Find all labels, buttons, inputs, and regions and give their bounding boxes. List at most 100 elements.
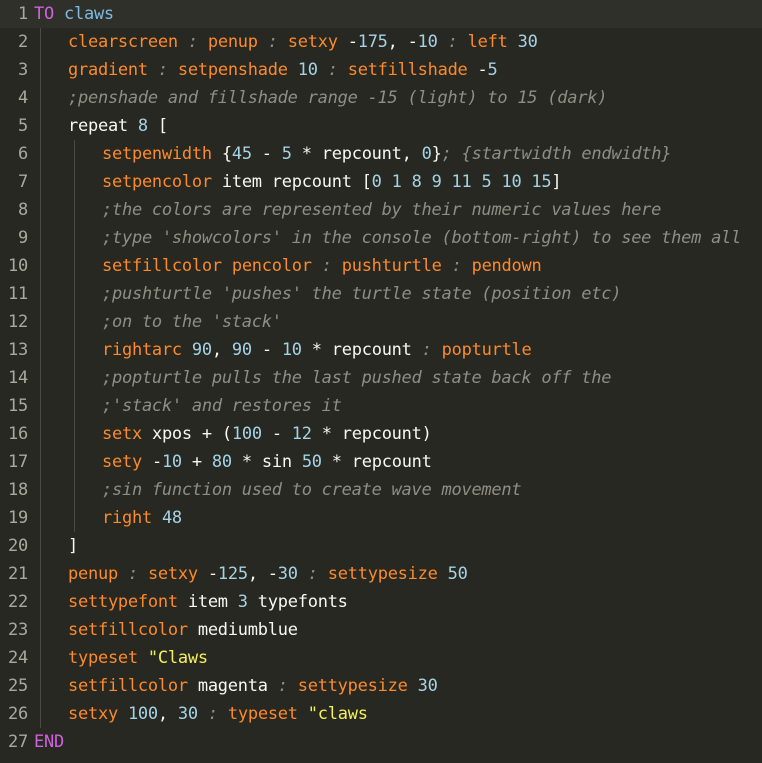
line-code[interactable]: setfillcolor pencolor : pushturtle : pen… [102, 252, 542, 280]
token-var: item [221, 172, 262, 192]
token-op [462, 256, 472, 276]
indent-guide [40, 420, 41, 448]
line-code[interactable]: penup : setxy -125, -30 : settypesize 50 [68, 560, 468, 588]
line-code[interactable]: setfillcolor mediumblue [68, 616, 298, 644]
token-var: repcount [351, 452, 432, 472]
line-code[interactable]: ;pushturtle 'pushes' the turtle state (p… [102, 280, 621, 308]
code-line[interactable]: 18 ;sin function used to create wave move… [0, 476, 762, 504]
line-code[interactable]: repeat 8 [ [68, 112, 168, 140]
token-var: repcount [341, 424, 422, 444]
code-line[interactable]: 2 clearscreen : penup : setxy -175, -10 :… [0, 28, 762, 56]
code-line[interactable]: 9 ;type 'showcolors' in the console (bott… [0, 224, 762, 252]
token-var: repeat [68, 116, 128, 136]
token-cmt: ;popturtle pulls the last pushed state b… [102, 368, 612, 388]
line-code[interactable]: ;sin function used to create wave moveme… [102, 476, 522, 504]
line-code[interactable]: sety -10 + 80 * sin 50 * repcount [102, 448, 432, 476]
code-line[interactable]: 23 setfillcolor mediumblue [0, 616, 762, 644]
line-code[interactable]: gradient : setpenshade 10 : setfillshade… [68, 56, 498, 84]
token-cmt: ;sin function used to create wave moveme… [102, 480, 522, 500]
code-line[interactable]: 24 typeset "Claws [0, 644, 762, 672]
line-code[interactable]: setxy 100, 30 : typeset "claws [68, 700, 368, 728]
line-code[interactable]: ;on to the 'stack' [102, 308, 282, 336]
token-op: * [291, 144, 322, 164]
line-code[interactable]: ;the colors are represented by their num… [102, 196, 661, 224]
token-cmd: setfillcolor [68, 620, 188, 640]
token-op [188, 620, 198, 640]
line-code[interactable]: ] [68, 532, 78, 560]
line-code[interactable]: ;type 'showcolors' in the console (botto… [102, 224, 741, 252]
code-line[interactable]: 27 END [0, 728, 762, 756]
code-line[interactable]: 12 ;on to the 'stack' [0, 308, 762, 336]
line-code[interactable]: setx xpos + (100 - 12 * repcount) [102, 420, 432, 448]
code-line[interactable]: 25 setfillcolor magenta : settypesize 30 [0, 672, 762, 700]
code-line[interactable]: 16 setx xpos + (100 - 12 * repcount) [0, 420, 762, 448]
token-op: [ [147, 116, 168, 136]
indent-guide [40, 112, 41, 140]
code-line[interactable]: 11 ;pushturtle 'pushes' the turtle state … [0, 280, 762, 308]
token-op [182, 340, 192, 360]
indent-guide [74, 224, 75, 252]
token-cmd: pendown [471, 256, 542, 276]
token-op [118, 704, 128, 724]
line-code[interactable]: clearscreen : penup : setxy -175, -10 : … [68, 28, 538, 56]
code-line[interactable]: 8 ;the colors are represented by their nu… [0, 196, 762, 224]
line-code[interactable]: setfillcolor magenta : settypesize 30 [68, 672, 438, 700]
line-code[interactable]: ;'stack' and restores it [102, 392, 342, 420]
line-code[interactable]: END [34, 728, 64, 756]
indent-guide [74, 420, 75, 448]
line-code[interactable]: rightarc 90, 90 - 10 * repcount : poptur… [102, 336, 532, 364]
token-op [168, 60, 178, 80]
token-op [292, 452, 302, 472]
code-line[interactable]: 14 ;popturtle pulls the last pushed state… [0, 364, 762, 392]
line-number: 5 [18, 116, 28, 136]
token-num: 10 [417, 32, 438, 52]
token-op: , [211, 340, 232, 360]
line-code[interactable]: settypefont item 3 typefonts [68, 588, 348, 616]
code-line[interactable]: 1 TO claws [0, 0, 762, 28]
line-number: 8 [18, 200, 28, 220]
code-line[interactable]: 5 repeat 8 [ [0, 112, 762, 140]
code-line[interactable]: 21 penup : setxy -125, -30 : settypesize … [0, 560, 762, 588]
token-op [458, 32, 468, 52]
code-line[interactable]: 10 setfillcolor pencolor : pushturtle : p… [0, 252, 762, 280]
code-line[interactable]: 22 settypefont item 3 typefonts [0, 588, 762, 616]
token-op: - [261, 424, 292, 444]
code-line[interactable]: 6 setpenwidth {45 - 5 * repcount, 0}; {st… [0, 140, 762, 168]
code-editor[interactable]: 1 TO claws 2 clearscreen : penup : setxy -1… [0, 0, 762, 763]
code-line[interactable]: 4 ;penshade and fillshade range -15 (ligh… [0, 84, 762, 112]
token-cmd: setpenshade [177, 60, 288, 80]
token-op [442, 256, 452, 276]
line-code[interactable]: setpenwidth {45 - 5 * repcount, 0}; {sta… [102, 140, 672, 168]
token-op [262, 172, 272, 192]
line-number: 6 [18, 144, 28, 164]
code-line[interactable]: 3 gradient : setpenshade 10 : setfillshad… [0, 56, 762, 84]
code-line[interactable]: 15 ;'stack' and restores it [0, 392, 762, 420]
code-line[interactable]: 19 right 48 [0, 504, 762, 532]
line-code[interactable]: right 48 [102, 504, 182, 532]
token-cmt: : [157, 60, 168, 80]
line-code[interactable]: ;popturtle pulls the last pushed state b… [102, 364, 611, 392]
code-line[interactable]: 7 setpencolor item repcount [0 1 8 9 11 5… [0, 168, 762, 196]
token-cmd: popturtle [441, 340, 532, 360]
token-op: , [157, 704, 178, 724]
token-op: - [197, 564, 218, 584]
line-code[interactable]: typeset "Claws [68, 644, 208, 672]
code-line[interactable]: 26 setxy 100, 30 : typeset "claws [0, 700, 762, 728]
token-cmd: setpenwidth [102, 144, 212, 164]
line-code[interactable]: TO claws [34, 0, 114, 28]
token-cmt: : [307, 564, 318, 584]
token-op [198, 704, 208, 724]
indent-guide [40, 672, 41, 700]
token-var: mediumblue [197, 620, 298, 640]
token-cmd: gradient [68, 60, 148, 80]
token-op: - [337, 32, 358, 52]
line-code[interactable]: ;penshade and fillshade range -15 (light… [68, 84, 607, 112]
line-code[interactable]: setpencolor item repcount [0 1 8 9 11 5 … [102, 168, 562, 196]
line-number: 10 [8, 256, 28, 276]
code-line[interactable]: 20] [0, 532, 762, 560]
indent-guide [74, 448, 75, 476]
code-line[interactable]: 17 sety -10 + 80 * sin 50 * repcount [0, 448, 762, 476]
indent-guide [40, 168, 41, 196]
token-op [138, 648, 148, 668]
code-line[interactable]: 13 rightarc 90, 90 - 10 * repcount : popt… [0, 336, 762, 364]
